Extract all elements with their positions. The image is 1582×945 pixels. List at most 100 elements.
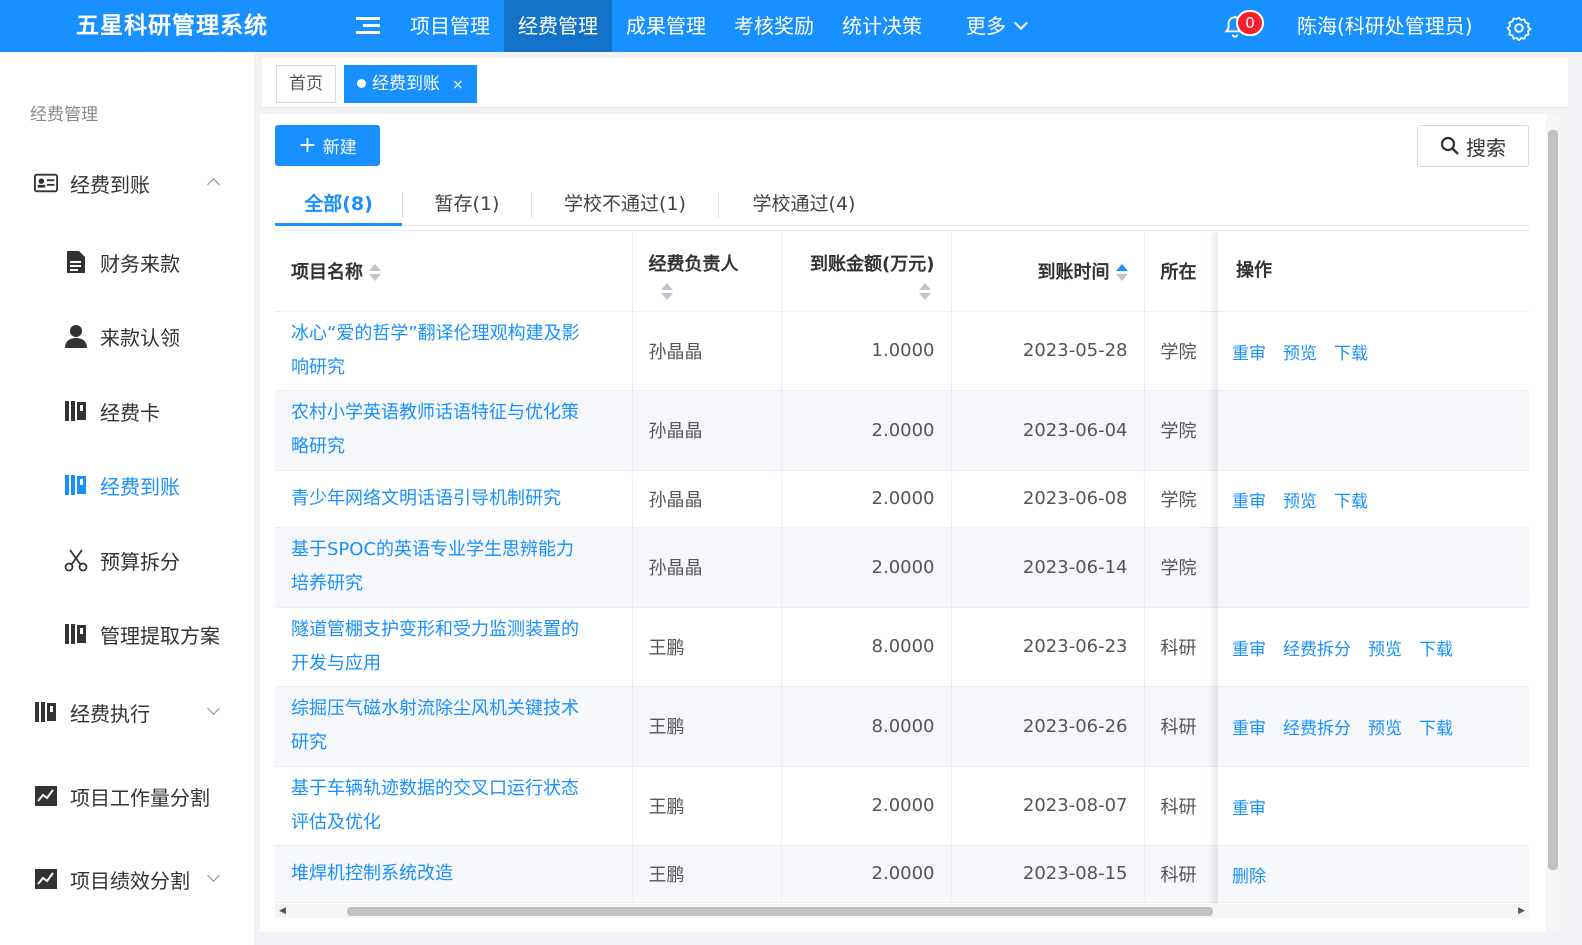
chevron-down-icon <box>207 702 220 715</box>
tag-funding-arrival[interactable]: 经费到账 × <box>344 65 477 103</box>
amount-cell: 2.0000 <box>781 390 952 471</box>
project-name-line: 农村小学英语教师话语特征与优化策 <box>291 402 579 423</box>
action-link[interactable]: 重审 <box>1232 794 1266 819</box>
action-link[interactable]: 预览 <box>1368 635 1402 660</box>
project-name-link[interactable]: 农村小学英语教师话语特征与优化策 略研究 <box>275 390 633 471</box>
sort-icon[interactable] <box>1115 263 1128 283</box>
tag-home[interactable]: 首页 <box>276 65 336 103</box>
sidebar-item-funding-arrival[interactable]: 经费到账 <box>0 465 254 505</box>
ops-row: 删除 <box>1218 846 1529 903</box>
amount-cell: 8.0000 <box>781 607 952 687</box>
project-name-link[interactable]: 隧道管棚支护变形和受力监测装置的 开发与应用 <box>275 607 633 687</box>
action-link[interactable]: 重审 <box>1232 635 1266 660</box>
plus-icon: + <box>298 132 317 158</box>
scrollbar-thumb[interactable] <box>347 907 1213 916</box>
action-link[interactable]: 下载 <box>1334 339 1368 364</box>
col-actions: 操作 <box>1218 231 1529 312</box>
action-link[interactable]: 重审 <box>1232 339 1266 364</box>
action-link[interactable]: 删除 <box>1232 862 1266 887</box>
amount-cell: 2.0000 <box>781 845 952 903</box>
main-content: + 新建 搜索 全部(8) 暂存(1) 学校不通过(1) 学校通过(4) 项目名… <box>260 114 1546 932</box>
sidebar-item-label: 来款认领 <box>100 325 180 350</box>
menu-toggle-icon[interactable] <box>356 17 382 37</box>
project-name-line: 开发与应用 <box>291 652 381 674</box>
col-amount[interactable]: 到账金额(万元) <box>781 231 952 312</box>
sidebar-item-label: 经费卡 <box>100 400 160 425</box>
project-name-line: 青少年网络文明话语引导机制研究 <box>291 487 561 509</box>
scrollbar-thumb[interactable] <box>1548 130 1558 870</box>
action-link[interactable]: 下载 <box>1419 714 1453 739</box>
tag-label: 经费到账 <box>372 74 440 94</box>
sort-icon[interactable] <box>660 282 673 302</box>
sidebar-item-budget-split[interactable]: 预算拆分 <box>0 540 254 580</box>
ops-row: 重审 经费拆分 预览 下载 <box>1218 608 1529 687</box>
tab-draft[interactable]: 暂存(1) <box>403 184 531 226</box>
nav-assessment-rewards[interactable]: 考核奖励 <box>720 0 828 52</box>
nav-project-management[interactable]: 项目管理 <box>396 0 504 52</box>
amount-cell: 2.0000 <box>781 527 952 608</box>
project-name-link[interactable]: 基于SPOC的英语专业学生思辨能力 培养研究 <box>275 527 633 608</box>
project-name-link[interactable]: 冰心“爱的哲学”翻译伦理观构建及影 响研究 <box>275 311 633 391</box>
new-button[interactable]: + 新建 <box>275 125 380 166</box>
project-name-link[interactable]: 基于车辆轨迹数据的交叉口运行状态 评估及优化 <box>275 766 633 846</box>
sort-icon[interactable] <box>369 263 381 283</box>
action-link[interactable]: 重审 <box>1232 487 1266 512</box>
nav-funding-management[interactable]: 经费管理 <box>504 0 612 52</box>
ops-row: 重审 经费拆分 预览 下载 <box>1218 687 1529 767</box>
sort-icon[interactable] <box>918 282 931 302</box>
action-link[interactable]: 经费拆分 <box>1283 714 1351 739</box>
new-button-label: 新建 <box>322 138 357 158</box>
sidebar-item-label: 项目工作量分割 <box>70 785 210 810</box>
book-icon <box>64 622 88 646</box>
header-label: 所在 <box>1160 261 1197 283</box>
sidebar-item-label: 经费执行 <box>70 701 150 726</box>
owner-cell: 孙晶晶 <box>632 527 782 608</box>
header-label: 到账时间 <box>1037 261 1110 283</box>
search-button[interactable]: 搜索 <box>1417 125 1529 167</box>
tab-all[interactable]: 全部(8) <box>275 184 402 226</box>
action-link[interactable]: 重审 <box>1232 714 1266 739</box>
nav-more[interactable]: 更多 <box>952 0 1040 52</box>
nav-statistics[interactable]: 统计决策 <box>828 0 936 52</box>
action-link[interactable]: 预览 <box>1283 487 1317 512</box>
col-date[interactable]: 到账时间 <box>951 231 1145 312</box>
tab-school-approved[interactable]: 学校通过(4) <box>719 184 889 226</box>
project-name-link[interactable]: 堆焊机控制系统改造 <box>275 845 633 903</box>
scroll-left-icon[interactable]: ◀ <box>279 906 286 916</box>
sidebar-item-extraction-plan[interactable]: 管理提取方案 <box>0 614 254 654</box>
project-name-link[interactable]: 综掘压气磁水射流除尘风机关键技术 研究 <box>275 686 633 767</box>
close-icon[interactable]: × <box>452 77 464 93</box>
sidebar-item-finance-income[interactable]: 财务来款 <box>0 242 254 282</box>
owner-cell: 王鹏 <box>632 686 782 767</box>
project-name-line: 评估及优化 <box>291 811 381 833</box>
sidebar-item-performance-split[interactable]: 项目绩效分割 <box>0 859 254 899</box>
scroll-right-icon[interactable]: ▶ <box>1518 906 1525 916</box>
action-link[interactable]: 下载 <box>1419 635 1453 660</box>
horizontal-scrollbar[interactable]: ◀ ▶ <box>275 904 1529 918</box>
action-link[interactable]: 预览 <box>1283 339 1317 364</box>
sidebar-item-income-claim[interactable]: 来款认领 <box>0 316 254 356</box>
chevron-down-icon <box>207 869 220 882</box>
sidebar-item-workload-split[interactable]: 项目工作量分割 <box>0 776 254 816</box>
vertical-scrollbar[interactable] <box>1546 114 1560 932</box>
sidebar-item-funding-execution[interactable]: 经费执行 <box>0 692 254 732</box>
action-link[interactable]: 经费拆分 <box>1283 635 1351 660</box>
tab-school-rejected[interactable]: 学校不通过(1) <box>532 184 718 226</box>
project-name-line: 基于车辆轨迹数据的交叉口运行状态 <box>291 777 579 799</box>
ops-column: 操作 重审 预览 下载 重审 预览 下载 重审 经费拆分 预览 下载 重审 经费拆分 预览 下载 重审 删除 <box>1218 231 1529 906</box>
app-title: 五星科研管理系统 <box>76 13 268 39</box>
sidebar-item-label: 项目绩效分割 <box>70 868 190 893</box>
tags-view: 首页 经费到账 × <box>262 58 1568 108</box>
action-link[interactable]: 下载 <box>1334 487 1368 512</box>
sidebar-item-funding-arrival-group[interactable]: 经费到账 <box>0 163 254 203</box>
ops-row <box>1218 528 1529 608</box>
project-name-link[interactable]: 青少年网络文明话语引导机制研究 <box>275 470 633 528</box>
col-owner[interactable]: 经费负责人 <box>632 231 782 312</box>
sidebar-item-funding-card[interactable]: 经费卡 <box>0 391 254 431</box>
nav-results-management[interactable]: 成果管理 <box>612 0 720 52</box>
date-cell: 2023-08-07 <box>951 766 1145 846</box>
action-link[interactable]: 预览 <box>1368 714 1402 739</box>
col-project-name[interactable]: 项目名称 <box>275 231 633 312</box>
user-name[interactable]: 陈海(科研处管理员) <box>1297 0 1473 52</box>
gear-icon[interactable] <box>1506 15 1532 41</box>
